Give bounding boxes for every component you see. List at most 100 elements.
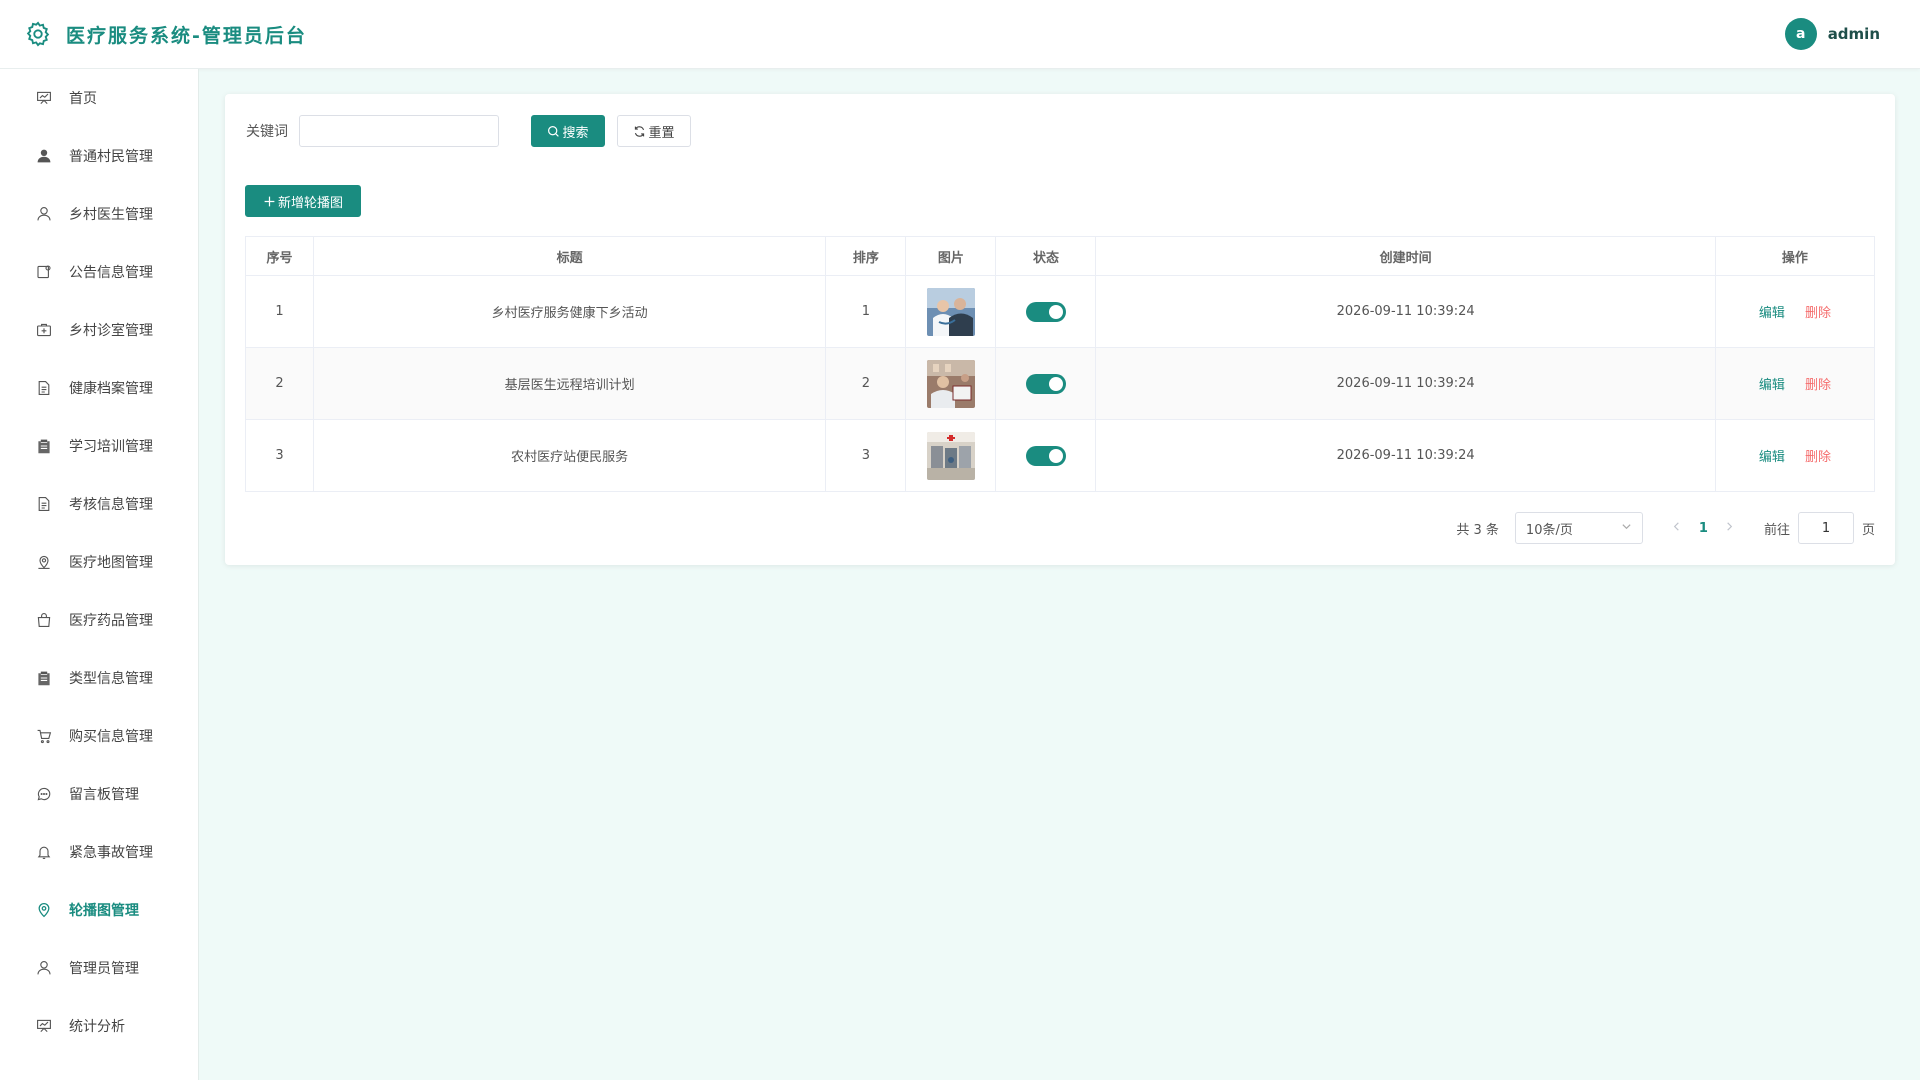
cell-status (995, 275, 1097, 348)
edit-button[interactable]: 编辑 (1759, 306, 1785, 321)
column-header-index: 序号 (244, 236, 315, 276)
sidebar-item-label: 公告信息管理 (69, 265, 153, 281)
sidebar-item-villagers[interactable]: 普通村民管理 (0, 127, 198, 185)
column-header-sort: 排序 (825, 236, 907, 276)
sidebar-item-statistics[interactable]: 统计分析 (0, 997, 198, 1055)
search-button[interactable]: 搜索 (531, 115, 605, 147)
sidebar-item-label: 乡村诊室管理 (69, 323, 153, 339)
chat-bubble-icon (35, 785, 53, 803)
search-button-label: 搜索 (562, 125, 589, 141)
status-toggle[interactable] (1025, 445, 1066, 466)
cell-actions: 编辑 删除 (1714, 419, 1876, 492)
chevron-right-icon (1727, 521, 1733, 531)
sidebar-item-training[interactable]: 学习培训管理 (0, 417, 198, 475)
carousel-thumbnail[interactable] (926, 431, 975, 480)
sidebar-item-label: 购买信息管理 (69, 729, 153, 745)
carousel-thumbnail[interactable] (926, 359, 975, 408)
cell-status (995, 419, 1097, 492)
sidebar-item-clinics[interactable]: 乡村诊室管理 (0, 301, 198, 359)
sidebar-item-doctors[interactable]: 乡村医生管理 (0, 185, 198, 243)
first-aid-kit-icon (35, 321, 53, 339)
avatar[interactable]: a (1784, 18, 1817, 50)
add-carousel-button[interactable]: 新增轮播图 (245, 185, 361, 217)
content-card: 关键词 搜索 重置 新增轮播图 序号 标题 排序 图片 状态 创建时间 操作 1… (225, 94, 1895, 565)
cell-actions: 编辑 删除 (1714, 347, 1876, 420)
username[interactable]: admin (1828, 25, 1880, 43)
cell-sort: 2 (825, 347, 907, 420)
chevron-down-icon (1621, 521, 1632, 536)
sidebar-item-medical-map[interactable]: 医疗地图管理 (0, 533, 198, 591)
sidebar-item-admins[interactable]: 管理员管理 (0, 939, 198, 997)
app-title: 医疗服务系统-管理员后台 (66, 24, 307, 47)
column-header-title: 标题 (313, 236, 827, 276)
sidebar-item-label: 普通村民管理 (69, 149, 153, 165)
notice-icon (35, 263, 53, 281)
page-size-select[interactable]: 10条/页 (1514, 512, 1643, 544)
status-toggle[interactable] (1025, 301, 1066, 322)
keyword-input[interactable] (299, 115, 499, 147)
delete-button[interactable]: 删除 (1805, 450, 1831, 465)
cell-title: 乡村医疗服务健康下乡活动 (313, 275, 827, 348)
sidebar-item-purchases[interactable]: 购买信息管理 (0, 707, 198, 765)
document-icon (35, 495, 53, 513)
sidebar-item-home[interactable]: 首页 (0, 69, 198, 127)
cell-sort: 3 (825, 419, 907, 492)
user-filled-icon (35, 147, 53, 165)
sidebar-item-health-records[interactable]: 健康档案管理 (0, 359, 198, 417)
chevron-left-icon (1674, 521, 1680, 531)
sidebar-item-label: 学习培训管理 (69, 439, 153, 455)
sidebar-item-label: 健康档案管理 (69, 381, 153, 397)
plus-icon (263, 195, 276, 208)
gear-icon (24, 20, 52, 48)
goto-page-input[interactable] (1797, 512, 1854, 544)
cell-index: 3 (244, 419, 315, 492)
sidebar-item-notices[interactable]: 公告信息管理 (0, 243, 198, 301)
carousel-thumbnail[interactable] (926, 287, 975, 336)
sidebar-item-message-board[interactable]: 留言板管理 (0, 765, 198, 823)
user-icon (35, 205, 53, 223)
cell-actions: 编辑 删除 (1714, 275, 1876, 348)
edit-button[interactable]: 编辑 (1759, 450, 1785, 465)
table-row: 1 乡村医疗服务健康下乡活动 1 2026-09-11 10:39:24 编辑 … (244, 275, 1876, 348)
cell-created: 2026-09-11 10:39:24 (1095, 419, 1716, 492)
carousel-table: 序号 标题 排序 图片 状态 创建时间 操作 1 乡村医疗服务健康下乡活动 1 (244, 236, 1876, 492)
bell-icon (35, 843, 53, 861)
reset-button-label: 重置 (648, 125, 675, 141)
sidebar-item-types[interactable]: 类型信息管理 (0, 649, 198, 707)
page-number[interactable]: 1 (1699, 521, 1708, 536)
goto-label: 前往 (1763, 522, 1790, 538)
sidebar-item-emergencies[interactable]: 紧急事故管理 (0, 823, 198, 881)
clipboard-icon (35, 437, 53, 455)
status-toggle[interactable] (1025, 373, 1066, 394)
shopping-cart-icon (35, 727, 53, 745)
column-header-actions: 操作 (1714, 236, 1876, 276)
sidebar-item-medicines[interactable]: 医疗药品管理 (0, 591, 198, 649)
cell-image (905, 419, 997, 492)
sidebar-item-label: 统计分析 (69, 1019, 125, 1035)
map-location-icon (35, 553, 53, 571)
search-icon (547, 125, 560, 138)
document-icon (35, 379, 53, 397)
cell-title: 基层医生远程培训计划 (313, 347, 827, 420)
sidebar-item-carousel[interactable]: 轮播图管理 (0, 881, 198, 939)
brand: 医疗服务系统-管理员后台 (24, 20, 307, 48)
prev-page-button[interactable] (1667, 521, 1687, 536)
search-bar: 关键词 搜索 重置 (246, 115, 691, 147)
page-unit-label: 页 (1861, 522, 1875, 538)
user-menu[interactable]: a admin (1784, 18, 1880, 50)
reset-button[interactable]: 重置 (617, 115, 691, 147)
table-row: 3 农村医疗站便民服务 3 2026-09-11 10:39:24 编辑 删除 (244, 419, 1876, 492)
delete-button[interactable]: 删除 (1805, 306, 1831, 321)
page-size-value: 10条/页 (1525, 522, 1573, 538)
sidebar-item-label: 医疗地图管理 (69, 555, 153, 571)
edit-button[interactable]: 编辑 (1759, 378, 1785, 393)
sidebar-item-assessments[interactable]: 考核信息管理 (0, 475, 198, 533)
cell-status (995, 347, 1097, 420)
delete-button[interactable]: 删除 (1805, 378, 1831, 393)
next-page-button[interactable] (1720, 521, 1740, 536)
add-button-label: 新增轮播图 (277, 195, 343, 211)
cell-created: 2026-09-11 10:39:24 (1095, 275, 1716, 348)
sidebar-item-label: 留言板管理 (69, 787, 139, 803)
keyword-label: 关键词 (246, 124, 288, 140)
cell-title: 农村医疗站便民服务 (313, 419, 827, 492)
